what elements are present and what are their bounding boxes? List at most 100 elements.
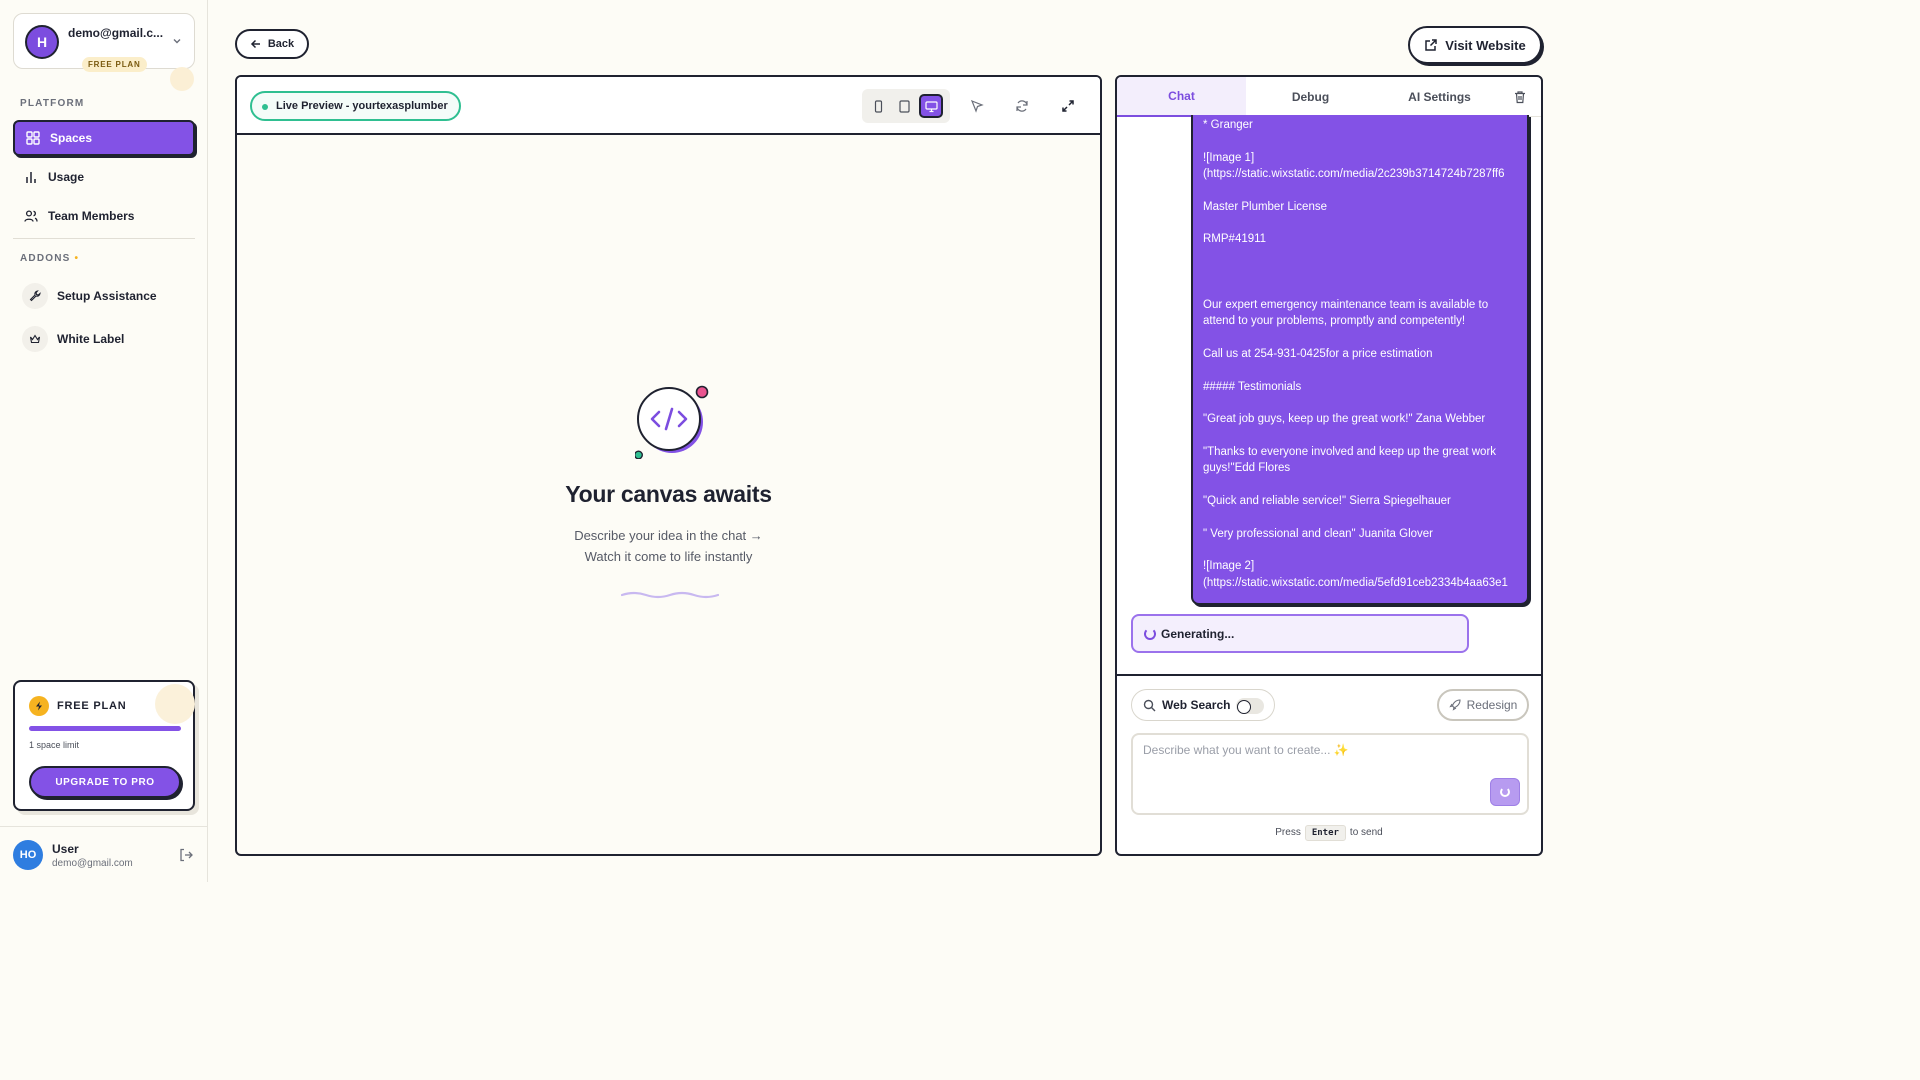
mobile-view-button[interactable] xyxy=(866,94,890,118)
message-line: "Quick and reliable service!" Sierra Spi… xyxy=(1203,495,1451,508)
decorative-wave xyxy=(621,591,719,599)
addon-label: White Label xyxy=(57,332,125,346)
message-line: ![Image 2] xyxy=(1203,560,1255,573)
sidebar-item-spaces[interactable]: Spaces xyxy=(13,120,195,156)
addon-setup-assistance[interactable]: Setup Assistance xyxy=(22,283,157,309)
redesign-button[interactable]: Redesign xyxy=(1437,689,1529,721)
sidebar-item-label: Team Members xyxy=(48,209,135,223)
message-line: * Granger xyxy=(1203,119,1253,131)
account-avatar: H xyxy=(25,25,59,59)
message-line: guys!"Edd Flores xyxy=(1203,462,1291,475)
code-icon xyxy=(635,385,709,459)
users-icon xyxy=(24,210,38,222)
message-line: " Very professional and clean" Juanita G… xyxy=(1203,527,1433,540)
message-line: RMP#41911 xyxy=(1203,233,1267,246)
hint-text: Press xyxy=(1275,827,1301,838)
chat-panel: Chat Debug AI Settings * Granger ![Image … xyxy=(1115,75,1543,856)
user-email: demo@gmail.com xyxy=(52,858,133,869)
sidebar-item-usage[interactable]: Usage xyxy=(13,159,195,195)
empty-state-subtitle: Describe your idea in the chat → Watch i… xyxy=(237,525,1100,567)
generating-label: Generating... xyxy=(1161,626,1235,641)
plan-badge: FREE PLAN xyxy=(82,57,147,72)
monitor-icon xyxy=(924,100,938,112)
trash-icon[interactable] xyxy=(1513,90,1527,104)
upgrade-button[interactable]: UPGRADE TO PRO xyxy=(29,766,181,798)
preview-toolbar: Live Preview - yourtexasplumber xyxy=(237,77,1100,135)
live-preview-badge: Live Preview - yourtexasplumber xyxy=(250,91,461,121)
refresh-button[interactable] xyxy=(1012,96,1032,116)
mobile-icon xyxy=(874,99,882,113)
user-name: User xyxy=(52,842,79,856)
empty-state-line: Describe your idea in the chat → xyxy=(574,528,763,543)
fullscreen-button[interactable] xyxy=(1058,96,1078,116)
platform-section-label: PLATFORM xyxy=(20,98,85,109)
external-link-icon xyxy=(1425,39,1438,51)
expand-icon xyxy=(1062,100,1074,112)
search-icon xyxy=(1143,699,1156,712)
tab-ai-settings[interactable]: AI Settings xyxy=(1375,77,1504,117)
desktop-view-button[interactable] xyxy=(919,94,943,118)
message-line: "Great job guys, keep up the great work!… xyxy=(1203,413,1486,426)
sidebar-divider xyxy=(13,238,195,239)
chat-divider xyxy=(1117,674,1541,676)
chat-message-bubble: * Granger ![Image 1] (https://static.wixst… xyxy=(1191,115,1529,605)
message-line: attend to your problems, promptly and co… xyxy=(1203,315,1466,328)
prompt-box xyxy=(1131,733,1529,815)
back-button[interactable]: Back xyxy=(235,29,309,59)
chevron-down-icon xyxy=(173,39,181,44)
bar-chart-icon xyxy=(26,172,36,183)
sidebar-item-team-members[interactable]: Team Members xyxy=(13,198,195,234)
logout-icon[interactable] xyxy=(178,847,194,863)
panel-tabs: Chat Debug AI Settings xyxy=(1117,77,1541,117)
lightning-icon xyxy=(29,696,49,716)
decorative-dot xyxy=(155,684,195,724)
addons-section-label: ADDONS • xyxy=(20,253,80,264)
sidebar-item-label: Spaces xyxy=(50,131,93,145)
visit-website-label: Visit Website xyxy=(1445,37,1526,53)
sidebar: H demo@gmail.c... FREE PLAN PLATFORM Spa… xyxy=(0,0,208,882)
redesign-label: Redesign xyxy=(1466,698,1518,712)
web-search-toggle[interactable]: Web Search xyxy=(1131,689,1275,721)
hint-text: to send xyxy=(1349,827,1383,838)
decorative-dot xyxy=(170,67,194,91)
tab-chat[interactable]: Chat xyxy=(1117,77,1246,117)
plan-usage-fill xyxy=(29,726,181,731)
prompt-input[interactable] xyxy=(1143,743,1483,803)
send-button[interactable] xyxy=(1490,778,1520,806)
message-line: (https://static.wixstatic.com/media/2c23… xyxy=(1203,168,1505,181)
spinner-icon xyxy=(1144,628,1156,640)
device-toggle-group xyxy=(862,89,950,123)
visit-website-button[interactable]: Visit Website xyxy=(1408,26,1542,64)
user-profile: HO User demo@gmail.com xyxy=(0,826,208,882)
generating-status: Generating... xyxy=(1131,614,1469,653)
spinner-icon xyxy=(1500,787,1510,797)
select-element-button[interactable] xyxy=(967,96,987,116)
message-line: ##### Testimonials xyxy=(1203,380,1302,393)
message-line: ![Image 1] xyxy=(1203,151,1255,164)
enter-key-hint: Enter xyxy=(1304,825,1346,841)
plan-title: FREE PLAN xyxy=(57,700,127,712)
empty-state-line: Watch it come to life instantly xyxy=(584,549,753,564)
message-line: Call us at 254-931-0425for a price estim… xyxy=(1203,347,1433,360)
crown-icon xyxy=(22,326,48,352)
addon-white-label[interactable]: White Label xyxy=(22,326,124,352)
tablet-view-button[interactable] xyxy=(892,94,916,118)
plan-limit-text: 1 space limit xyxy=(29,740,80,750)
toggle-switch[interactable] xyxy=(1236,698,1264,714)
user-avatar: HO xyxy=(13,840,43,870)
message-line: Master Plumber License xyxy=(1203,200,1327,213)
tablet-icon xyxy=(898,99,910,113)
account-email: demo@gmail.c... xyxy=(68,26,164,40)
tab-debug[interactable]: Debug xyxy=(1246,77,1375,117)
empty-state-title: Your canvas awaits xyxy=(565,481,772,507)
arrow-left-icon xyxy=(250,39,260,49)
refresh-icon xyxy=(1016,100,1028,112)
account-switcher[interactable]: H demo@gmail.c... FREE PLAN xyxy=(13,13,195,72)
back-label: Back xyxy=(267,38,295,50)
send-hint: Press Enter to send xyxy=(1117,825,1541,841)
plan-usage-bar xyxy=(29,726,181,731)
message-line: "Thanks to everyone involved and keep up… xyxy=(1203,446,1497,458)
preview-panel: Live Preview - yourtexasplumber Your can… xyxy=(235,75,1102,856)
plan-card: FREE PLAN 1 space limit UPGRADE TO PRO xyxy=(13,680,195,811)
cursor-icon xyxy=(970,99,984,113)
